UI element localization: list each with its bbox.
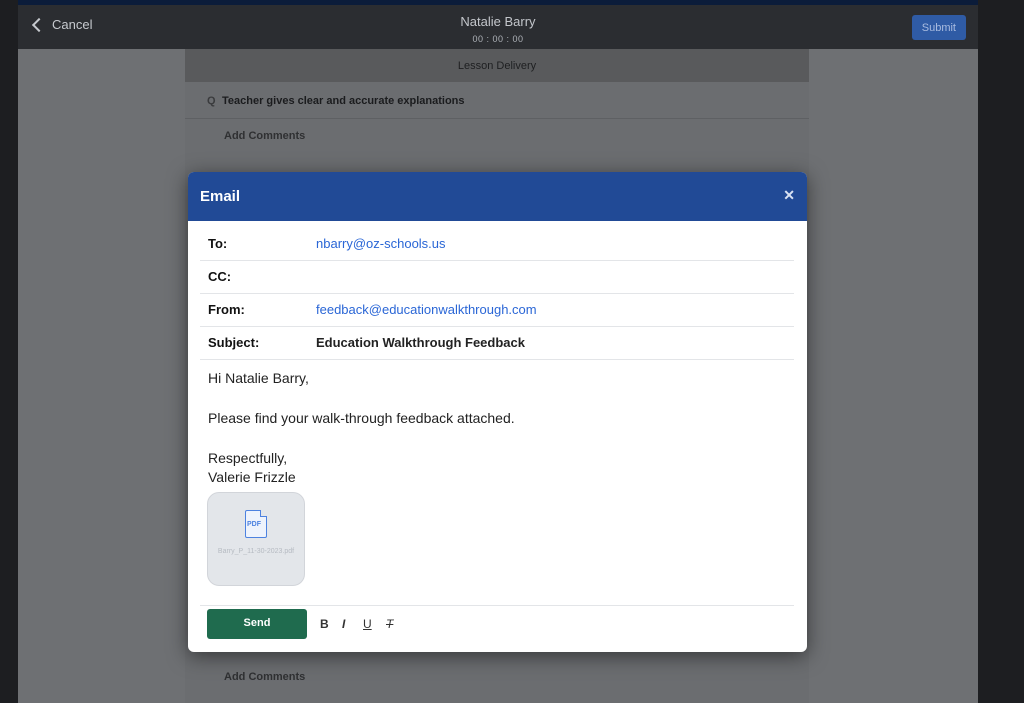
page-title: Natalie Barry [460, 14, 536, 29]
italic-icon[interactable]: I [342, 617, 345, 631]
top-bar: Cancel Natalie Barry 00 : 00 : 00 Submit [18, 5, 978, 49]
message-text: Please find your walk-through feedback a… [208, 410, 515, 426]
cc-label: CC: [208, 269, 232, 284]
clear-format-icon[interactable]: T [386, 617, 393, 631]
to-field[interactable]: nbarry@oz-schools.us [316, 236, 446, 251]
subject-field[interactable]: Education Walkthrough Feedback [316, 335, 525, 350]
close-icon[interactable]: ✕ [783, 187, 795, 204]
section-header: Lesson Delivery [185, 49, 809, 82]
question-row: Q Teacher gives clear and accurate expla… [185, 82, 809, 119]
underline-icon[interactable]: U [363, 617, 372, 631]
submit-button[interactable]: Submit [911, 15, 966, 40]
send-button[interactable]: Send [207, 609, 307, 639]
pdf-attachment[interactable]: PDF Barry_P_11-30-2023.pdf [207, 492, 305, 586]
subject-label: Subject: [208, 335, 260, 350]
bold-icon[interactable]: B [320, 617, 329, 631]
pdf-file-icon: PDF [245, 510, 267, 538]
email-modal: Email ✕ To: nbarry@oz-schools.us CC: Fro… [188, 172, 807, 652]
to-label: To: [208, 236, 228, 251]
greeting-text: Hi Natalie Barry, [208, 370, 309, 386]
add-comments-button[interactable]: Add Comments [224, 130, 305, 142]
modal-title: Email [200, 188, 241, 205]
to-field-row: To: nbarry@oz-schools.us [200, 228, 794, 261]
from-field: feedback@educationwalkthrough.com [316, 302, 537, 317]
modal-header: Email ✕ [188, 172, 807, 221]
from-label: From: [208, 302, 245, 317]
background-edge-left [0, 0, 18, 703]
footer-divider [200, 605, 794, 606]
signature-text: Valerie Frizzle [208, 469, 296, 485]
pdf-icon-label: PDF [247, 521, 261, 528]
attachment-filename: Barry_P_11-30-2023.pdf [217, 548, 295, 555]
timer: 00 : 00 : 00 [472, 34, 524, 44]
question-marker: Q [207, 95, 216, 107]
closing-text: Respectfully, [208, 450, 288, 466]
cc-field-row: CC: [200, 261, 794, 294]
add-comments-button[interactable]: Add Comments [224, 671, 305, 683]
subject-field-row: Subject: Education Walkthrough Feedback [200, 327, 794, 360]
background-edge-right [978, 0, 1024, 703]
from-field-row: From: feedback@educationwalkthrough.com [200, 294, 794, 327]
question-text: Teacher gives clear and accurate explana… [222, 95, 465, 107]
